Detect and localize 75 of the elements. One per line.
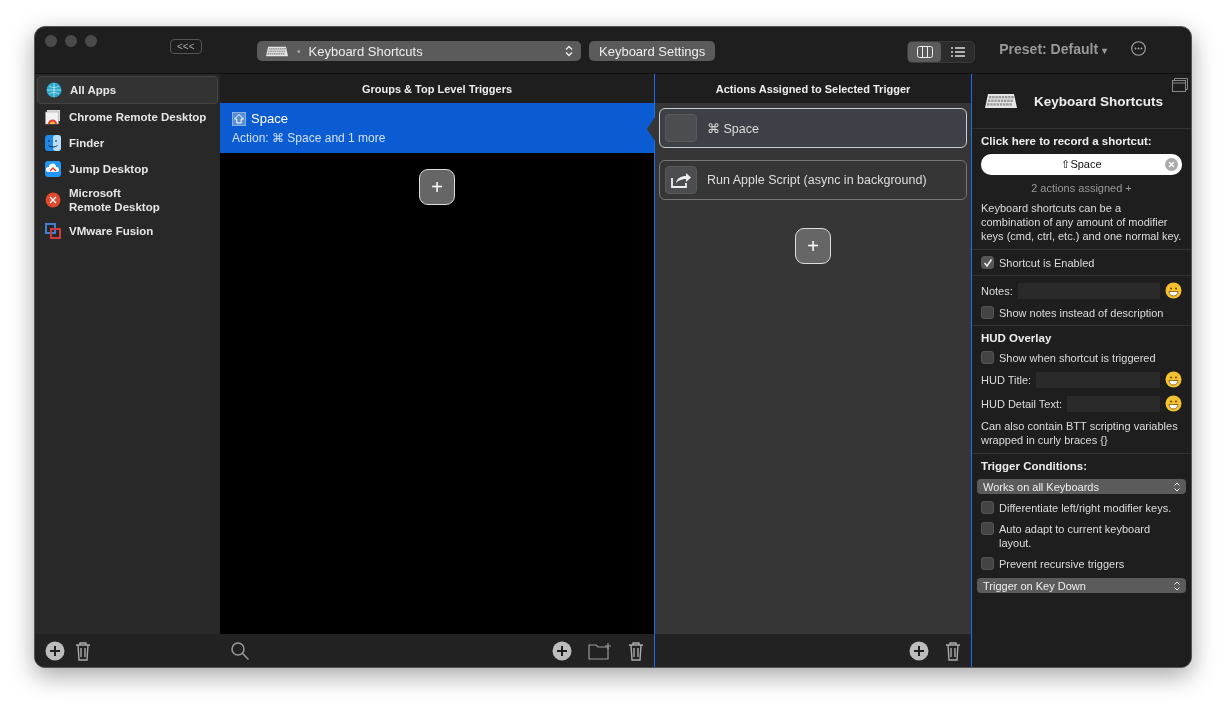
app-item[interactable]: Chrome Remote Desktop (37, 104, 218, 130)
section-title: Trigger Conditions: (981, 460, 1089, 472)
remote-desktop-icon (45, 109, 61, 125)
shift-key-icon (232, 111, 246, 126)
app-item[interactable]: VMware Fusion (37, 218, 218, 244)
checkbox-label: Differentiate left/right modifier keys. (999, 501, 1172, 515)
trigger-type-dropdown[interactable]: • Keyboard Shortcuts (257, 41, 581, 61)
window-icon[interactable] (1172, 78, 1188, 92)
view-switcher[interactable] (907, 41, 976, 63)
emoji-icon[interactable] (1165, 371, 1182, 388)
notes-label: Notes: (981, 284, 1013, 297)
add-icon[interactable] (552, 640, 572, 661)
panel-title: Keyboard Shortcuts (1034, 93, 1164, 109)
view-toggle[interactable] (908, 42, 942, 62)
trigger-subtitle: Action: ⌘ Space and 1 more (232, 131, 387, 145)
checkbox[interactable] (981, 501, 994, 514)
new-folder-icon[interactable] (588, 641, 612, 660)
list-icon (950, 47, 965, 57)
section-title: HUD Overlay (981, 332, 1053, 344)
app-item[interactable]: Jump Desktop (37, 156, 218, 182)
record-label: Click here to record a shortcut: (981, 135, 1153, 147)
trash-icon[interactable] (628, 640, 644, 661)
sidebar-toggle[interactable]: <<< (170, 39, 202, 54)
actions-assigned-link[interactable]: 2 actions assigned + (981, 182, 1182, 194)
columns-icon (916, 46, 933, 58)
emoji-icon[interactable] (1165, 395, 1182, 412)
description-text: Keyboard shortcuts can be a combination of any amount of modifier keys (cmd, ctrl, etc.) and one normal key. (981, 201, 1182, 243)
updown-icon (1174, 481, 1180, 492)
action-row[interactable]: ⌘ Space (659, 108, 967, 148)
emoji-icon[interactable] (1165, 282, 1182, 299)
more-icon[interactable] (1131, 41, 1147, 56)
checkbox-label: Show when shortcut is triggered (999, 351, 1156, 364)
add-icon[interactable] (45, 640, 65, 661)
action-row[interactable]: Run Apple Script (async in background) (659, 160, 967, 200)
hud-title-label: HUD Title: (981, 373, 1032, 386)
trigger-row[interactable]: Space Action: ⌘ Space and 1 more (220, 103, 654, 153)
checkbox-label: Prevent recursive triggers (999, 557, 1125, 571)
keyboard-dropdown[interactable]: Works on all Keyboards (977, 479, 1186, 494)
finder-icon (45, 135, 61, 151)
checkbox[interactable] (981, 557, 994, 570)
app-item[interactable]: All Apps (37, 76, 218, 104)
vmware-icon (45, 223, 61, 239)
keyboard-icon (265, 45, 289, 57)
add-action-button[interactable]: + (795, 228, 831, 264)
app-item[interactable]: Microsoft Remote Desktop (37, 182, 218, 218)
hud-detail-label: HUD Detail Text: (981, 397, 1063, 410)
keyboard-icon (984, 93, 1018, 109)
hint-text: Can also contain BTT scripting variables wrapped in curly braces {} (981, 419, 1179, 447)
updown-icon (565, 45, 573, 57)
checkbox-label: Show notes instead of description (999, 306, 1164, 319)
trigger-dropdown[interactable]: Trigger on Key Down (977, 578, 1186, 593)
preset-menu[interactable]: Preset: Default ▾ (999, 41, 1108, 57)
app-item[interactable]: Finder (37, 130, 218, 156)
cloud-icon (45, 161, 61, 177)
checkbox-label: Shortcut is Enabled (999, 256, 1095, 269)
checkbox[interactable] (981, 351, 994, 364)
trigger-title: Space (251, 111, 288, 126)
updown-icon (1174, 580, 1180, 591)
checkbox-label: Auto adapt to current keyboard layout. (999, 522, 1152, 550)
checkbox[interactable] (981, 256, 994, 269)
globe-icon (46, 82, 62, 98)
trash-icon[interactable] (75, 640, 91, 661)
checkbox[interactable] (981, 522, 994, 535)
icon-placeholder (665, 114, 697, 142)
checkbox[interactable] (981, 306, 994, 319)
column-header: Groups & Top Level Triggers (220, 74, 654, 103)
share-icon (665, 166, 697, 194)
add-trigger-button[interactable]: + (419, 169, 455, 205)
remote-desktop-icon (45, 192, 61, 208)
shortcut-field[interactable]: ⇧Space (981, 154, 1182, 175)
trash-icon[interactable] (945, 640, 961, 661)
search-icon[interactable] (230, 640, 250, 661)
settings-button[interactable]: Keyboard Settings (589, 41, 716, 61)
column-header: Actions Assigned to Selected Trigger (655, 74, 971, 103)
add-icon[interactable] (909, 640, 929, 661)
